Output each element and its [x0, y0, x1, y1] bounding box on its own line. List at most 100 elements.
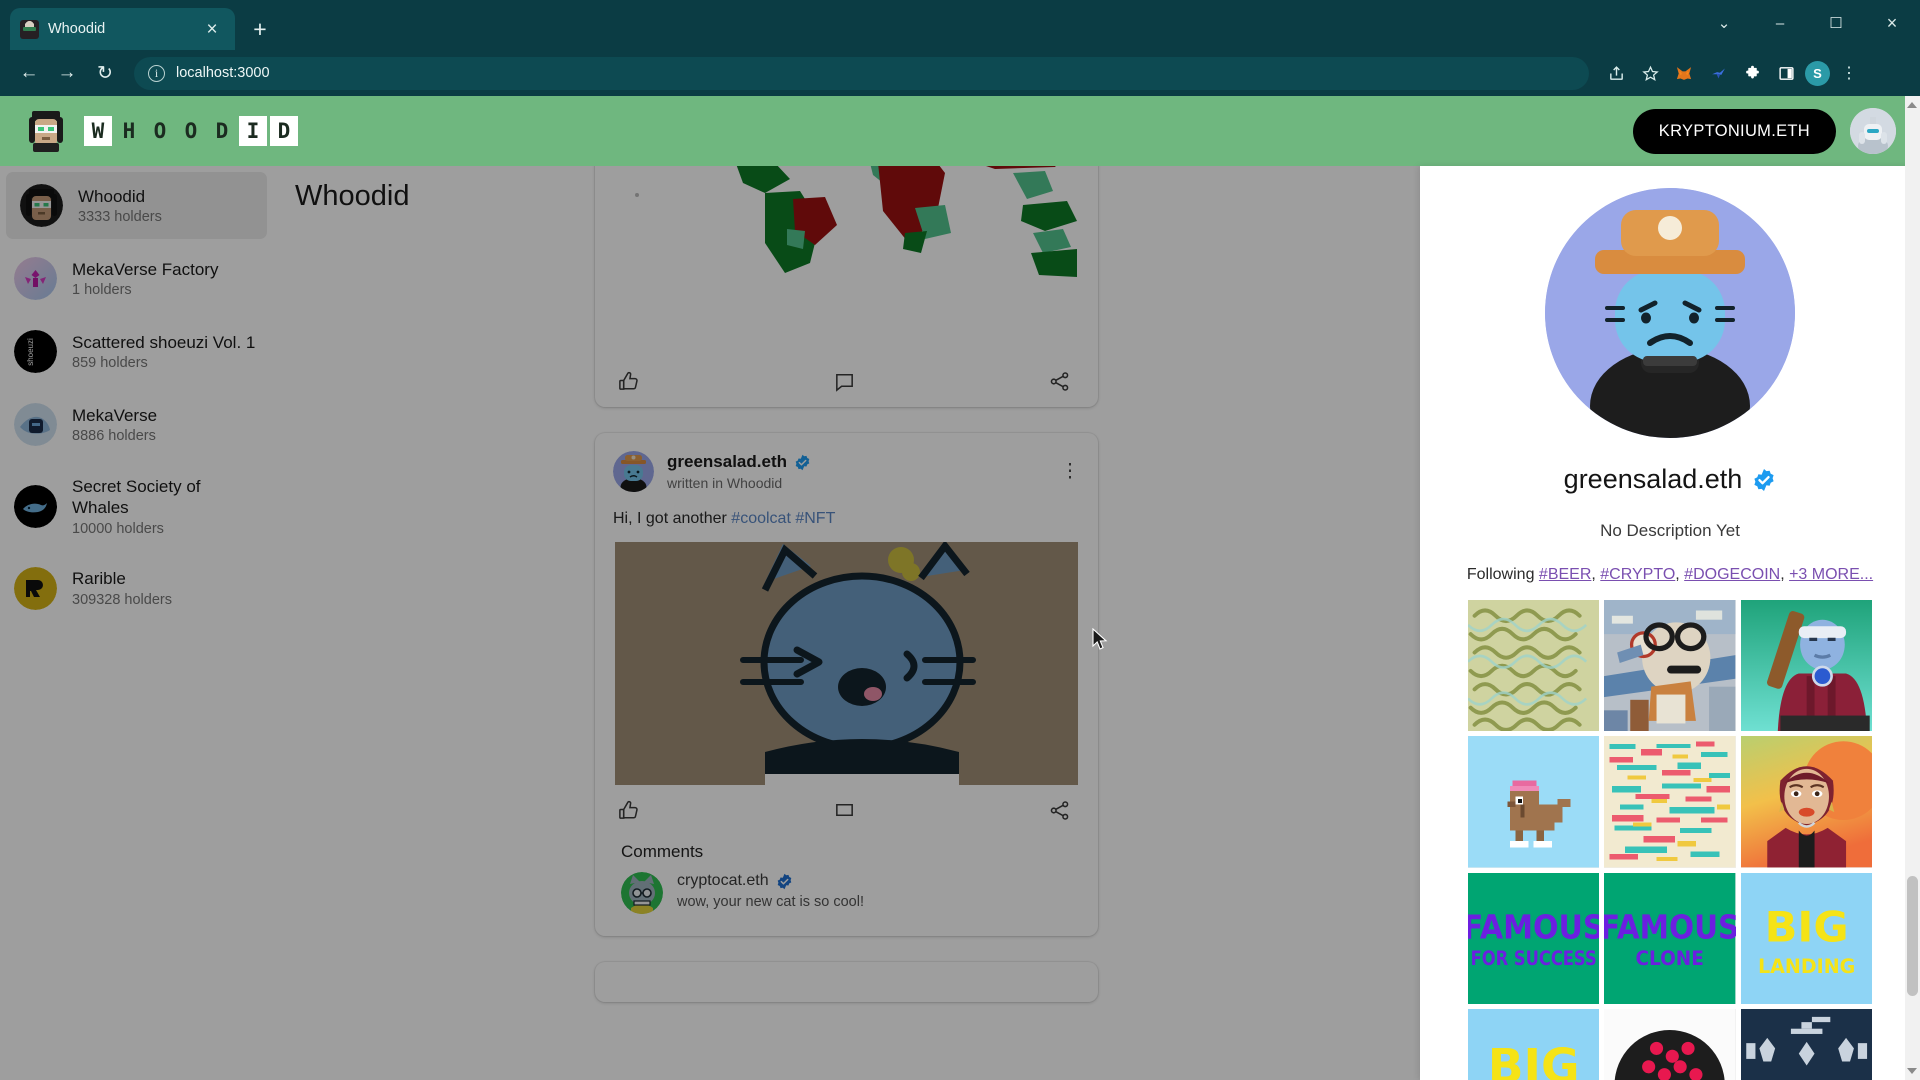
sidebar-item-text: Rarible 309328 holders [72, 568, 172, 607]
post-subtitle: written in Whoodid [667, 475, 783, 491]
sidebar-item-rarible[interactable]: Rarible 309328 holders [0, 555, 273, 622]
feed-list: greensalad.eth written in Whoodid ⋮ Hi, … [273, 113, 1420, 1002]
comment-button[interactable] [768, 370, 919, 393]
nft-tile-squiggle-green[interactable] [1468, 600, 1600, 732]
share-icon[interactable] [1601, 58, 1631, 88]
svg-text:FAMOUS: FAMOUS [1468, 908, 1599, 946]
nft-tile-dark-dots[interactable] [1604, 1008, 1736, 1080]
post-card-next[interactable] [595, 962, 1098, 1002]
sidebar-item-scattered-shoeuzi[interactable]: shoeuzi Scattered shoeuzi Vol. 1 859 hol… [0, 318, 273, 385]
following-more-link[interactable]: +3 MORE... [1789, 566, 1873, 583]
sidebar-item-label: Secret Society of Whales [72, 477, 201, 518]
mekaverse-avatar-icon [14, 403, 57, 446]
extension-blue-icon[interactable] [1703, 58, 1733, 88]
whoodid-logo-avatar-icon [22, 107, 70, 155]
bookmark-star-icon[interactable] [1635, 58, 1665, 88]
scroll-down-arrow-icon[interactable] [1907, 1068, 1917, 1074]
new-tab-button[interactable]: + [247, 16, 273, 42]
browser-tab-whoodid[interactable]: Whoodid × [10, 8, 235, 50]
tab-strip: Whoodid × + ⌄ – ☐ × [0, 0, 1920, 50]
scroll-up-arrow-icon[interactable] [1907, 102, 1917, 108]
nft-tile-famous-clone[interactable]: FAMOUS CLONE [1604, 872, 1736, 1004]
comment-item: cryptocat.eth wow, your new cat is so co… [595, 872, 1098, 936]
greensalad-avatar-icon[interactable] [613, 451, 654, 492]
maximize-window-button[interactable]: ☐ [1808, 0, 1864, 46]
nft-tile-abstract-ape[interactable] [1604, 600, 1736, 732]
scrollbar-thumb[interactable] [1907, 876, 1918, 996]
sidebar-item-label: MekaVerse [72, 405, 158, 425]
metamask-fox-icon[interactable] [1669, 58, 1699, 88]
svg-text:shoeuzi: shoeuzi [26, 338, 35, 366]
app-logo[interactable]: W H O O D I D [22, 107, 298, 155]
post-author-name: greensalad.eth [667, 452, 787, 471]
profile-panel: greensalad.eth No Description Yet Follow… [1420, 166, 1920, 1080]
browser-window: Whoodid × + ⌄ – ☐ × ← → ↻ i localhost:30… [0, 0, 1920, 1080]
logo-letter: O [184, 119, 198, 143]
sidebar-item-whoodid[interactable]: Whoodid 3333 holders [6, 172, 267, 239]
like-button[interactable] [617, 799, 768, 822]
side-panel-icon[interactable] [1771, 58, 1801, 88]
svg-text:BIG: BIG [1764, 902, 1848, 951]
comment-button[interactable] [768, 799, 919, 822]
toolbar-icons: S ⋮ [1601, 58, 1868, 88]
nft-tile-navy-pattern[interactable] [1740, 1008, 1872, 1080]
following-tag-dogecoin[interactable]: #DOGECOIN [1684, 566, 1780, 583]
user-avatar[interactable] [1850, 108, 1896, 154]
address-bar[interactable]: i localhost:3000 [134, 56, 1589, 90]
svg-text:CLONE: CLONE [1636, 947, 1704, 970]
browser-profile-avatar[interactable]: S [1805, 60, 1830, 86]
comments-heading: Comments [621, 842, 704, 861]
profile-following: Following #BEER, #CRYPTO, #DOGECOIN, +3 … [1466, 566, 1874, 583]
post-author[interactable]: greensalad.eth [667, 452, 1047, 472]
nft-tile-sunset-woman[interactable] [1740, 736, 1872, 868]
nft-tile-glitch-pixel[interactable] [1604, 736, 1736, 868]
following-tag-beer[interactable]: #BEER [1539, 566, 1591, 583]
hashtag-coolcat[interactable]: #coolcat [731, 510, 791, 527]
close-window-button[interactable]: × [1864, 0, 1920, 46]
nft-tile-famous-for-success[interactable]: FAMOUS FOR SUCCESS [1468, 872, 1600, 1004]
logo-letter: H [122, 119, 136, 143]
like-button[interactable] [617, 370, 768, 393]
minimize-window-button[interactable]: – [1752, 0, 1808, 46]
whales-avatar-icon [14, 484, 57, 528]
sidebar-item-holders: 859 holders [72, 355, 148, 372]
hashtag-nft[interactable]: #NFT [795, 510, 835, 527]
following-tag-crypto[interactable]: #CRYPTO [1600, 566, 1675, 583]
close-tab-icon[interactable]: × [199, 16, 225, 42]
nft-tile-pixel-bird[interactable] [1468, 736, 1600, 868]
profile-name: greensalad.eth [1563, 464, 1743, 494]
comment-author[interactable]: cryptocat.eth [677, 872, 864, 890]
cryptocat-avatar-icon[interactable] [621, 872, 663, 914]
reload-icon[interactable]: ↻ [88, 56, 122, 90]
browser-menu-icon[interactable]: ⋮ [1834, 58, 1864, 88]
sidebar-item-mekaverse[interactable]: MekaVerse 8886 holders [0, 391, 273, 458]
back-icon[interactable]: ← [12, 56, 46, 90]
page-scrollbar[interactable] [1905, 96, 1920, 1080]
sidebar-item-mekaverse-factory[interactable]: MekaVerse Factory 1 holders [0, 245, 273, 312]
whoodid-collection-avatar-icon [20, 184, 63, 227]
svg-text:LANDING: LANDING [1758, 954, 1855, 977]
post-card-coolcat[interactable]: greensalad.eth written in Whoodid ⋮ Hi, … [595, 433, 1098, 936]
wallet-address-button[interactable]: KRYPTONIUM.ETH [1632, 108, 1836, 154]
profile-avatar-wrap [1420, 166, 1920, 438]
sidebar-item-secret-society-of-whales[interactable]: Secret Society of Whales 10000 holders [0, 464, 273, 549]
svg-text:BIG: BIG [1488, 1040, 1580, 1080]
share-button[interactable] [920, 370, 1071, 393]
sidebar-item-text: MekaVerse Factory 1 holders [72, 259, 218, 298]
nft-tile-big-blue[interactable]: BIG [1468, 1008, 1600, 1080]
site-info-icon[interactable]: i [148, 64, 165, 82]
sidebar-item-label: MekaVerse Factory [72, 259, 219, 279]
profile-name-row: greensalad.eth [1420, 464, 1920, 495]
tab-search-icon[interactable]: ⌄ [1696, 0, 1752, 46]
post-menu-icon[interactable]: ⋮ [1060, 461, 1080, 481]
comment-author-name: cryptocat.eth [677, 872, 769, 889]
tab-favicon-icon [20, 19, 39, 39]
share-button[interactable] [920, 799, 1071, 822]
nft-tile-big-landing[interactable]: BIG LANDING [1740, 872, 1872, 1004]
post-text-prefix: Hi, I got another [613, 510, 732, 527]
sidebar-item-holders: 309328 holders [72, 591, 172, 608]
extensions-puzzle-icon[interactable] [1737, 58, 1767, 88]
post-text: Hi, I got another #coolcat #NFT [595, 504, 1098, 542]
forward-icon[interactable]: → [50, 56, 84, 90]
nft-tile-blue-samurai[interactable] [1740, 600, 1872, 732]
